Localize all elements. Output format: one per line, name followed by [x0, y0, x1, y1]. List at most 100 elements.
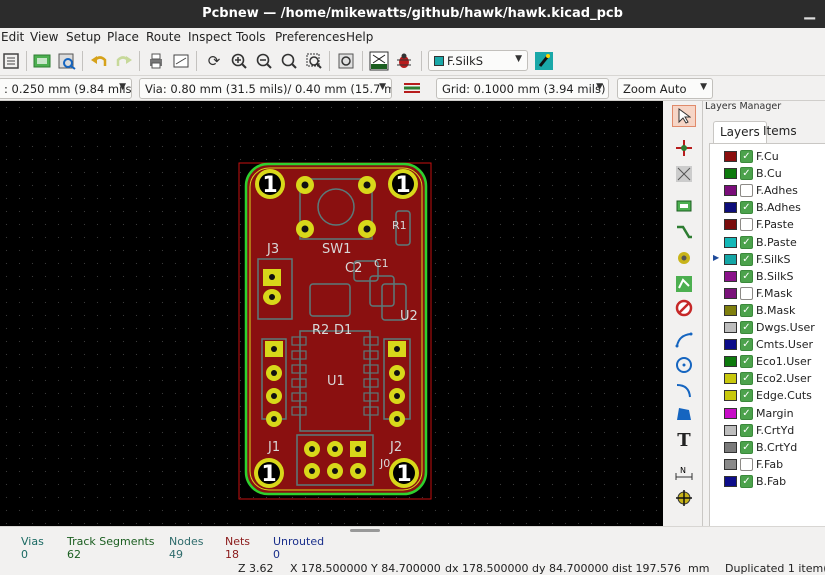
layer-color-swatch[interactable] [724, 407, 737, 419]
menu-preferences[interactable]: Preferences [275, 30, 346, 44]
layer-color-swatch[interactable] [724, 270, 737, 282]
layer-row[interactable]: ✓ B.Mask [710, 302, 825, 319]
add-polygon-icon[interactable] [672, 403, 696, 425]
layer-alignment-target-icon[interactable] [672, 487, 696, 509]
layer-visibility-checkbox[interactable]: ✓ [740, 423, 753, 437]
page-settings-icon[interactable] [31, 50, 53, 72]
layer-name[interactable]: F.CrtYd [756, 424, 794, 437]
layer-color-swatch[interactable] [724, 458, 737, 470]
layer-color-swatch[interactable] [724, 339, 737, 351]
board-setup-icon[interactable] [0, 50, 22, 72]
layer-name[interactable]: Eco2.User [756, 372, 811, 385]
layer-name[interactable]: F.SilkS [756, 253, 791, 266]
layer-visibility-checkbox[interactable]: ✓ [740, 389, 753, 403]
zoom-selection-icon[interactable] [303, 50, 325, 72]
menu-setup[interactable]: Setup [66, 30, 101, 44]
layer-name[interactable]: F.Paste [756, 218, 794, 231]
layer-visibility-checkbox[interactable]: ✓ [740, 338, 753, 352]
layer-name[interactable]: F.Fab [756, 458, 783, 471]
layer-visibility-checkbox[interactable]: ✓ [740, 150, 753, 163]
layer-row[interactable]: ✓ B.Adhes [710, 199, 825, 216]
layer-visibility-checkbox[interactable] [740, 457, 753, 471]
layer-name[interactable]: F.Adhes [756, 184, 798, 197]
layer-color-swatch[interactable] [724, 287, 737, 299]
menu-inspect[interactable]: Inspect [188, 30, 232, 44]
layer-row[interactable]: ▶ ✓ F.SilkS [710, 251, 825, 268]
layer-visibility-checkbox[interactable]: ✓ [740, 201, 753, 215]
layer-name[interactable]: Margin [756, 407, 794, 420]
layer-color-swatch[interactable] [724, 441, 737, 453]
layer-visibility-checkbox[interactable] [740, 218, 753, 232]
layer-name[interactable]: Eco1.User [756, 355, 811, 368]
via-size-select[interactable]: Via: 0.80 mm (31.5 mils)/ 0.40 mm (15.7 … [139, 78, 392, 99]
layer-row[interactable]: F.Fab [710, 456, 825, 473]
track-width-select[interactable]: : 0.250 mm (9.84 mils) * ▼ [0, 78, 132, 99]
layer-pair-icon[interactable] [533, 50, 555, 72]
layer-color-swatch[interactable] [724, 304, 737, 316]
auto-track-width-icon[interactable] [401, 77, 423, 99]
find-icon[interactable] [335, 50, 357, 72]
layer-row[interactable]: ✓ Dwgs.User [710, 319, 825, 336]
zoom-in-icon[interactable] [228, 50, 250, 72]
add-via-icon[interactable] [672, 247, 696, 269]
layer-row[interactable]: F.Adhes [710, 182, 825, 199]
route-track-icon[interactable] [672, 221, 696, 243]
layer-visibility-checkbox[interactable]: ✓ [740, 167, 753, 181]
add-arc-icon[interactable] [672, 379, 696, 401]
layer-name[interactable]: F.Mask [756, 287, 792, 300]
menu-place[interactable]: Place [107, 30, 139, 44]
layer-visibility-checkbox[interactable]: ✓ [740, 303, 753, 317]
layer-color-swatch[interactable] [724, 390, 737, 402]
tab-items[interactable]: Items [757, 121, 803, 143]
menu-tools[interactable]: Tools [236, 30, 266, 44]
layer-name[interactable]: B.Mask [756, 304, 795, 317]
layer-row[interactable]: ✓ B.CrtYd [710, 439, 825, 456]
layer-row[interactable]: ✓ F.Cu [710, 148, 825, 165]
library-browser-icon[interactable] [56, 50, 78, 72]
pcb-canvas[interactable]: 1 1 1 1 SW1 J3 C2 R1 C1 R2 D1 U2 U1 J1 J… [0, 101, 663, 526]
refresh-icon[interactable]: ⟳ [203, 50, 225, 72]
layer-row[interactable]: ✓ Margin [710, 405, 825, 422]
layer-color-swatch[interactable] [724, 356, 737, 368]
menu-edit[interactable]: Edit [1, 30, 24, 44]
layer-row[interactable]: ✓ Eco1.User [710, 353, 825, 370]
layer-color-swatch[interactable] [724, 475, 737, 487]
layer-color-swatch[interactable] [724, 185, 737, 197]
layer-name[interactable]: B.Adhes [756, 201, 801, 214]
add-footprint-icon[interactable] [672, 195, 696, 217]
layer-visibility-checkbox[interactable] [740, 286, 753, 300]
layer-color-swatch[interactable] [724, 168, 737, 180]
highlight-net-icon[interactable] [672, 137, 696, 159]
layer-name[interactable]: Edge.Cuts [756, 389, 812, 402]
layer-name[interactable]: Cmts.User [756, 338, 813, 351]
pcb-board[interactable]: 1 1 1 1 SW1 J3 C2 R1 C1 R2 D1 U2 U1 J1 J… [0, 101, 663, 526]
layer-row[interactable]: ✓ F.CrtYd [710, 422, 825, 439]
layer-visibility-checkbox[interactable] [740, 184, 753, 198]
layer-color-swatch[interactable] [724, 253, 737, 265]
drc-bug-icon[interactable] [393, 50, 415, 72]
layer-row[interactable]: ✓ B.Fab [710, 473, 825, 490]
layer-color-swatch[interactable] [724, 219, 737, 231]
layer-row[interactable]: F.Paste [710, 216, 825, 233]
layer-row[interactable]: ✓ Eco2.User [710, 370, 825, 387]
print-icon[interactable] [145, 50, 167, 72]
layer-visibility-checkbox[interactable]: ✓ [740, 474, 753, 488]
layer-color-swatch[interactable] [724, 373, 737, 385]
menu-route[interactable]: Route [146, 30, 181, 44]
layer-name[interactable]: F.Cu [756, 150, 779, 163]
layer-name[interactable]: B.SilkS [756, 270, 794, 283]
layer-visibility-checkbox[interactable]: ✓ [740, 406, 753, 420]
add-circle-icon[interactable] [672, 354, 696, 376]
layer-visibility-checkbox[interactable]: ✓ [740, 372, 753, 386]
panel-resize-handle[interactable] [350, 529, 380, 532]
add-text-icon[interactable]: T [672, 429, 696, 451]
layer-visibility-checkbox[interactable]: ✓ [740, 252, 753, 266]
zoom-fit-icon[interactable] [278, 50, 300, 72]
layer-name[interactable]: Dwgs.User [756, 321, 815, 334]
menu-view[interactable]: View [30, 30, 58, 44]
undo-icon[interactable] [88, 50, 110, 72]
layer-visibility-checkbox[interactable]: ✓ [740, 235, 753, 249]
minimize-icon[interactable]: ▁ [804, 4, 815, 20]
layer-color-swatch[interactable] [724, 202, 737, 214]
select-arrow-icon[interactable] [672, 105, 696, 127]
